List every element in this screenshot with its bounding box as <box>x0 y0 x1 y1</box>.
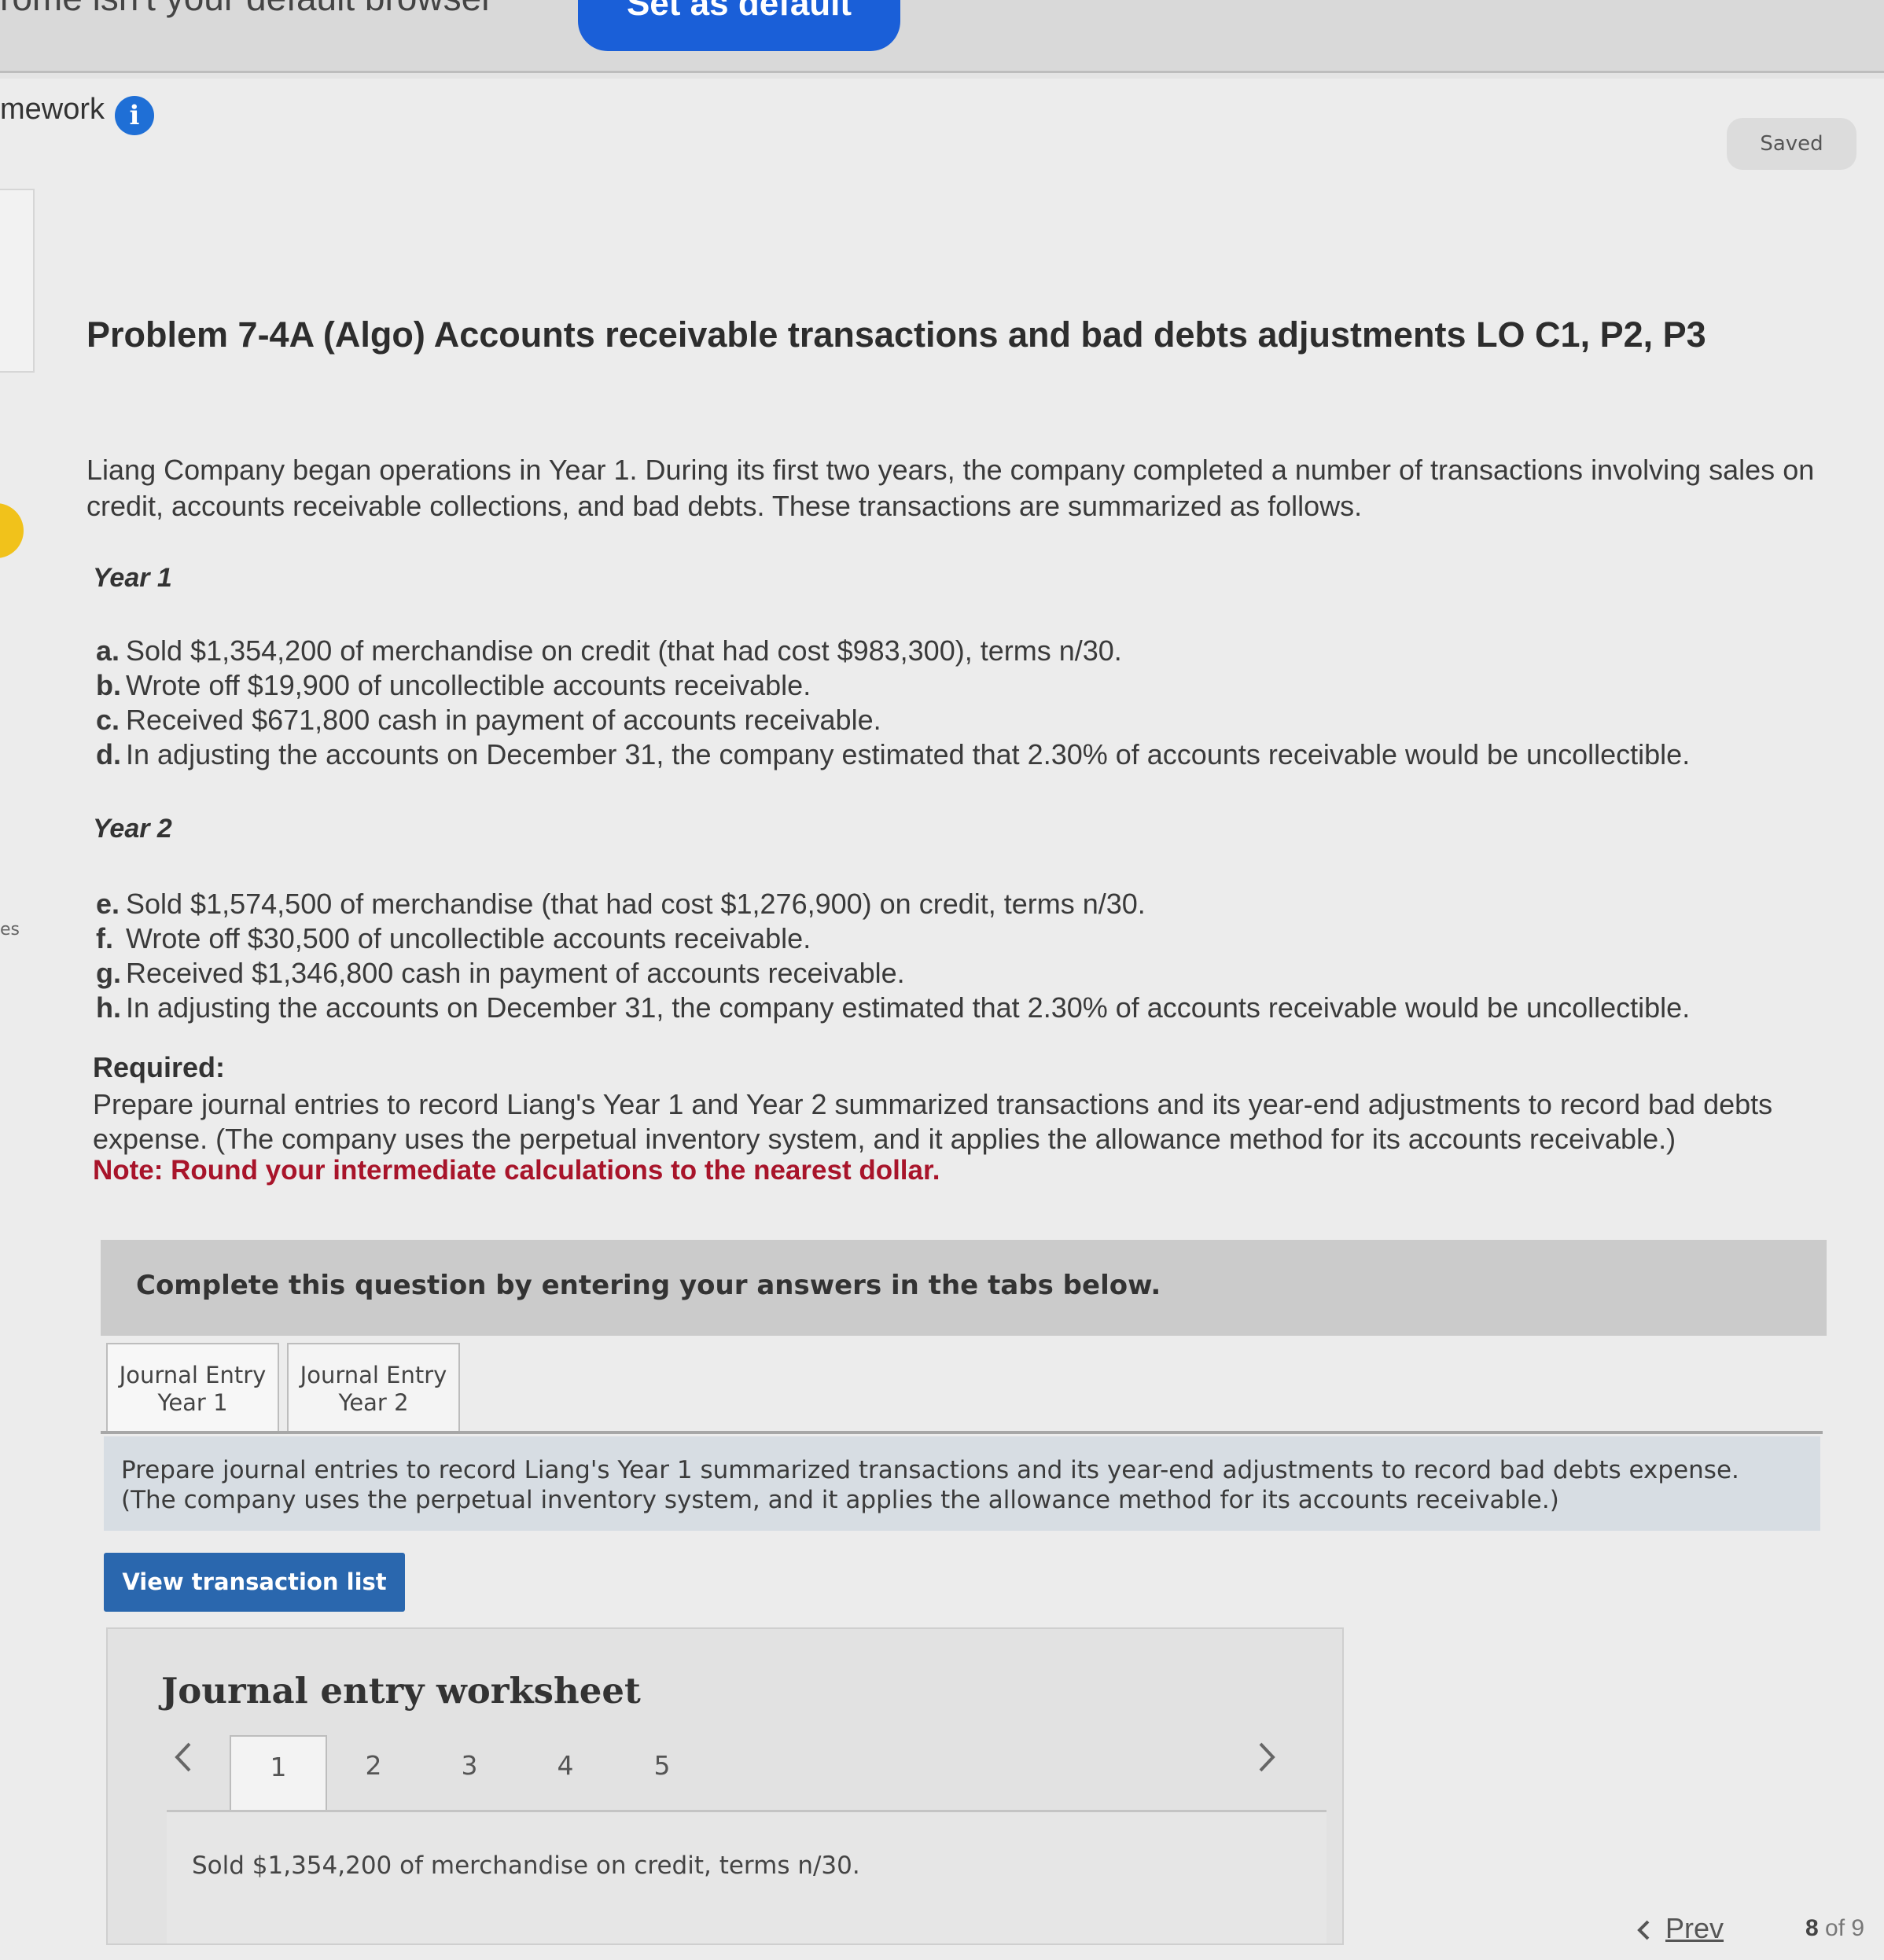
tab-label-line-2: Year 1 <box>157 1389 228 1416</box>
chevron-left-icon[interactable] <box>171 1738 194 1786</box>
chevron-right-icon[interactable] <box>1256 1738 1279 1786</box>
chevron-left-icon <box>1637 1921 1650 1940</box>
list-item: h. In adjusting the accounts on December … <box>96 991 1691 1024</box>
tab-divider <box>101 1431 1823 1434</box>
rounding-note: Note: Round your intermediate calculatio… <box>93 1155 940 1186</box>
browser-default-banner: rome isn't your default browser Set as d… <box>0 0 1884 73</box>
side-panel-edge <box>0 189 35 373</box>
saved-status-badge: Saved <box>1727 118 1856 170</box>
year-1-transactions: a. Sold $1,354,200 of merchandise on cred… <box>96 634 1857 772</box>
banner-message: rome isn't your default browser <box>0 0 494 19</box>
worksheet-title: Journal entry worksheet <box>161 1670 641 1712</box>
tab-label-line-2: Year 2 <box>338 1389 409 1416</box>
question-counter: 8 of 9 <box>1805 1915 1864 1942</box>
year-2-transactions: e. Sold $1,574,500 of merchandise (that h… <box>96 887 1857 1025</box>
list-item: f. Wrote off $30,500 of uncollectible acc… <box>96 922 811 954</box>
tab-label-line-1: Journal Entry <box>300 1362 447 1388</box>
tab-label-line-1: Journal Entry <box>119 1362 267 1388</box>
required-text: Prepare journal entries to record Liang'… <box>93 1088 1773 1155</box>
current-question: 8 <box>1805 1915 1819 1941</box>
instructions-banner-text: Complete this question by entering your … <box>136 1270 1161 1301</box>
tab-instruction-text: Prepare journal entries to record Liang'… <box>121 1456 1739 1514</box>
instructions-banner: Complete this question by entering your … <box>101 1240 1827 1336</box>
worksheet-description-box: Sold $1,354,200 of merchandise on credit… <box>167 1812 1327 1943</box>
journal-entry-worksheet: Journal entry worksheet 1 2 3 4 5 Sold $… <box>106 1627 1344 1945</box>
breadcrumb[interactable]: mework <box>0 93 105 127</box>
tab-journal-entry-year-2[interactable]: Journal Entry Year 2 <box>287 1343 460 1431</box>
worksheet-page-1[interactable]: 1 <box>230 1735 327 1813</box>
worksheet-page-3[interactable]: 3 <box>422 1735 517 1810</box>
tab-instruction-box: Prepare journal entries to record Liang'… <box>104 1436 1820 1531</box>
view-transaction-list-button[interactable]: View transaction list <box>104 1553 405 1612</box>
list-item: b. Wrote off $19,900 of uncollectible acc… <box>96 669 811 701</box>
info-icon[interactable]: i <box>115 96 154 135</box>
tab-journal-entry-year-1[interactable]: Journal Entry Year 1 <box>106 1343 279 1431</box>
worksheet-page-4[interactable]: 4 <box>518 1735 613 1810</box>
side-label: es <box>0 920 20 940</box>
list-item: c. Received $671,800 cash in payment of a… <box>96 704 881 736</box>
problem-title: Problem 7-4A (Algo) Accounts receivable … <box>86 314 1706 355</box>
prev-label: Prev <box>1665 1912 1724 1944</box>
worksheet-description: Sold $1,354,200 of merchandise on credit… <box>192 1852 860 1880</box>
question-total: of 9 <box>1825 1915 1865 1941</box>
worksheet-page-2[interactable]: 2 <box>326 1735 421 1810</box>
list-item: a. Sold $1,354,200 of merchandise on cred… <box>96 634 1122 667</box>
worksheet-page-5[interactable]: 5 <box>615 1735 709 1810</box>
list-item: g. Received $1,346,800 cash in payment of… <box>96 957 905 989</box>
year-2-label: Year 2 <box>93 814 172 844</box>
set-default-button[interactable]: Set as default <box>578 0 900 51</box>
list-item: e. Sold $1,574,500 of merchandise (that h… <box>96 888 1146 920</box>
required-heading: Required: <box>93 1051 226 1083</box>
prev-button[interactable]: Prev <box>1636 1912 1724 1945</box>
list-item: d. In adjusting the accounts on December … <box>96 738 1691 770</box>
year-1-label: Year 1 <box>93 563 172 593</box>
problem-intro: Liang Company began operations in Year 1… <box>86 454 1815 522</box>
